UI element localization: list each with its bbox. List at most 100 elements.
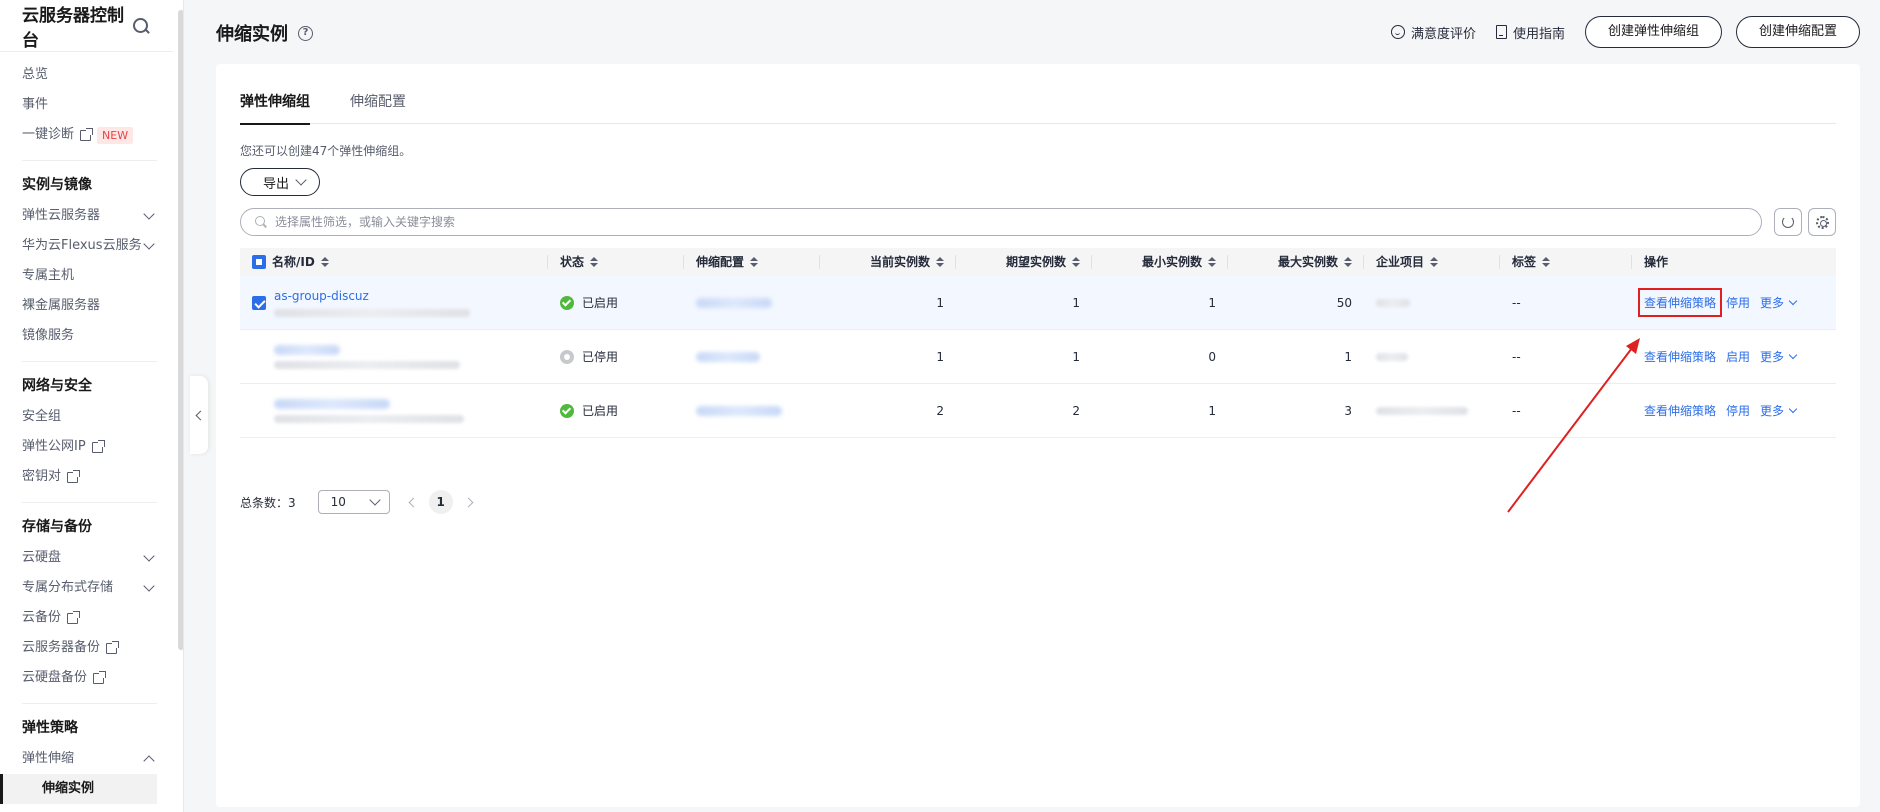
enable-link[interactable]: 启用	[1726, 348, 1750, 365]
view-scaling-policy-link[interactable]: 查看伸缩策略	[1637, 288, 1723, 317]
tab-scaling-groups[interactable]: 弹性伸缩组	[240, 88, 310, 125]
search-box[interactable]	[240, 208, 1762, 236]
col-min[interactable]: 最小实例数	[1092, 248, 1228, 276]
operations-cell: 查看伸缩策略 停用 更多	[1632, 384, 1836, 437]
chevron-down-icon	[1788, 296, 1798, 306]
name-cell	[240, 330, 548, 383]
sidebar-item-server-backup[interactable]: 云服务器备份	[22, 633, 157, 663]
select-all-checkbox[interactable]	[252, 255, 266, 269]
status-enabled-icon	[560, 295, 574, 310]
row-checkbox[interactable]	[252, 295, 266, 310]
sidebar-item-events[interactable]: 事件	[22, 90, 157, 120]
col-tags[interactable]: 标签	[1500, 248, 1632, 276]
sidebar-item-eip[interactable]: 弹性公网IP	[22, 432, 157, 462]
sidebar-item-dedicated-host[interactable]: 专属主机	[22, 261, 157, 291]
search-input[interactable]	[275, 215, 1675, 229]
prev-page-icon[interactable]	[408, 497, 419, 507]
external-link-icon	[67, 610, 81, 624]
disable-link[interactable]: 停用	[1726, 402, 1750, 419]
sort-icon[interactable]	[1072, 257, 1080, 267]
group-name-link-redacted[interactable]	[274, 398, 390, 409]
page-number[interactable]: 1	[428, 490, 453, 514]
export-button[interactable]: 导出	[240, 168, 321, 196]
next-page-icon[interactable]	[463, 497, 474, 507]
more-dropdown[interactable]: 更多	[1760, 348, 1798, 365]
disable-link[interactable]: 停用	[1726, 294, 1750, 311]
sidebar-item-ims[interactable]: 镜像服务	[22, 321, 157, 351]
satisfaction-link[interactable]: 满意度评价	[1390, 23, 1476, 42]
chevron-up-icon	[143, 755, 155, 767]
external-link-icon	[93, 670, 107, 684]
sidebar-item-evs[interactable]: 云硬盘	[22, 543, 157, 573]
col-name[interactable]: 名称/ID	[240, 248, 548, 276]
status-disabled-icon	[560, 349, 574, 364]
sort-icon[interactable]	[320, 257, 329, 267]
group-name-link[interactable]: as-group-discuz	[274, 289, 369, 303]
sort-icon[interactable]	[936, 257, 944, 267]
create-scaling-config-button[interactable]: 创建伸缩配置	[1735, 16, 1860, 48]
group-name-link-redacted[interactable]	[274, 344, 340, 355]
sidebar-item-ecs[interactable]: 弹性云服务器	[22, 201, 157, 231]
col-config[interactable]: 伸缩配置	[684, 248, 820, 276]
col-desired[interactable]: 期望实例数	[956, 248, 1092, 276]
sidebar-item-autoscaling[interactable]: 弹性伸缩	[22, 744, 157, 774]
sort-icon[interactable]	[1542, 257, 1551, 267]
view-scaling-policy-link[interactable]: 查看伸缩策略	[1644, 348, 1716, 365]
col-enterprise-project[interactable]: 企业项目	[1364, 248, 1500, 276]
sidebar-item-dss[interactable]: 专属分布式存储	[22, 573, 157, 603]
enterprise-project-redacted	[1376, 406, 1468, 415]
sidebar-item-bms[interactable]: 裸金属服务器	[22, 291, 157, 321]
help-icon[interactable]: ?	[298, 25, 313, 41]
col-status[interactable]: 状态	[548, 248, 684, 276]
enterprise-project-redacted	[1376, 298, 1410, 307]
sidebar-item-cbr[interactable]: 云备份	[22, 603, 157, 633]
total-count: 总条数：3	[240, 495, 296, 510]
create-scaling-group-button[interactable]: 创建弹性伸缩组	[1584, 16, 1722, 48]
chevron-down-icon	[368, 494, 381, 506]
sort-icon[interactable]	[590, 257, 599, 267]
refresh-icon	[1782, 216, 1794, 228]
max-cell: 1	[1344, 349, 1352, 364]
sidebar-item-keypair[interactable]: 密钥对	[22, 462, 157, 492]
sort-icon[interactable]	[1344, 257, 1352, 267]
sidebar-group-instances: 实例与镜像 弹性云服务器 华为云Flexus云服务 专属主机 裸金属服务器 镜像…	[22, 161, 157, 362]
sidebar-item-disk-backup[interactable]: 云硬盘备份	[22, 663, 157, 693]
config-link-redacted[interactable]	[696, 351, 760, 362]
search-icon[interactable]	[132, 17, 149, 35]
tab-scaling-configs[interactable]: 伸缩配置	[350, 88, 406, 124]
tags-cell: --	[1512, 295, 1521, 310]
sort-icon[interactable]	[1430, 257, 1439, 267]
config-link-redacted[interactable]	[696, 297, 772, 308]
sort-icon[interactable]	[750, 257, 759, 267]
current-cell: 2	[936, 403, 944, 418]
sort-icon[interactable]	[1208, 257, 1216, 267]
tags-cell: --	[1512, 403, 1521, 418]
more-dropdown[interactable]: 更多	[1760, 402, 1798, 419]
guide-link[interactable]: 使用指南	[1495, 23, 1565, 42]
collapse-sidebar-button[interactable]	[190, 376, 208, 454]
group-id-redacted	[274, 308, 470, 317]
sidebar-scrollbar[interactable]	[178, 10, 183, 650]
more-dropdown[interactable]: 更多	[1760, 294, 1798, 311]
name-cell	[240, 384, 548, 437]
console-title: 云服务器控制台	[22, 5, 124, 51]
external-link-icon	[80, 127, 94, 141]
external-link-icon	[106, 640, 120, 654]
refresh-button[interactable]	[1774, 208, 1802, 236]
config-link-redacted[interactable]	[696, 405, 782, 416]
table-row: 已停用 1 1 0 1 -- 查看伸缩策略 启用 更多	[240, 330, 1836, 384]
view-scaling-policy-link[interactable]: 查看伸缩策略	[1644, 402, 1716, 419]
sidebar-item-overview[interactable]: 总览	[22, 60, 157, 90]
sidebar-item-flexus[interactable]: 华为云Flexus云服务	[22, 231, 157, 261]
sidebar-item-scaling-instances[interactable]: 伸缩实例	[0, 774, 157, 804]
sidebar-item-diagnosis[interactable]: 一键诊断 NEW	[22, 120, 157, 150]
min-cell: 0	[1208, 349, 1216, 364]
page-size-select[interactable]: 10	[317, 490, 390, 514]
col-max[interactable]: 最大实例数	[1228, 248, 1364, 276]
quota-hint: 您还可以创建47个弹性伸缩组。	[240, 144, 412, 158]
sidebar-group-title: 弹性策略	[22, 720, 78, 736]
sidebar-item-security-group[interactable]: 安全组	[22, 402, 157, 432]
settings-button[interactable]	[1808, 208, 1836, 236]
chevron-down-icon	[143, 550, 155, 562]
col-current[interactable]: 当前实例数	[820, 248, 956, 276]
